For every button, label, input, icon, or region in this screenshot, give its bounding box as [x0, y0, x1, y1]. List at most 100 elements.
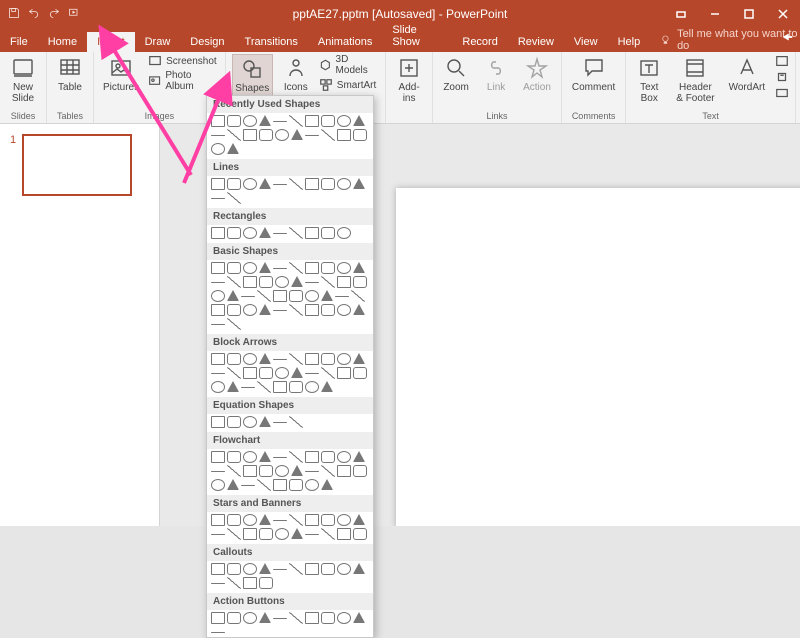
- shape-option[interactable]: [227, 563, 241, 575]
- shape-option[interactable]: [321, 381, 333, 392]
- shape-option[interactable]: [337, 276, 351, 288]
- shape-option[interactable]: [273, 233, 287, 234]
- shape-option[interactable]: [337, 612, 351, 624]
- shape-option[interactable]: [321, 227, 335, 239]
- comment-button[interactable]: Comment: [568, 54, 619, 95]
- shape-option[interactable]: [289, 353, 303, 365]
- shape-option[interactable]: [337, 451, 351, 463]
- shape-option[interactable]: [305, 353, 319, 365]
- shape-option[interactable]: [305, 115, 319, 127]
- shape-option[interactable]: [305, 514, 319, 526]
- shape-option[interactable]: [337, 304, 351, 316]
- shape-option[interactable]: [289, 178, 303, 190]
- shape-option[interactable]: [305, 612, 319, 624]
- shape-option[interactable]: [243, 514, 257, 526]
- shape-option[interactable]: [211, 451, 225, 463]
- shape-option[interactable]: [273, 422, 287, 423]
- shape-option[interactable]: [211, 479, 225, 491]
- shape-option[interactable]: [321, 528, 335, 540]
- shape-option[interactable]: [335, 296, 349, 297]
- header-footer-button[interactable]: Header & Footer: [672, 54, 718, 106]
- shape-option[interactable]: [211, 416, 225, 428]
- shape-option[interactable]: [353, 563, 365, 574]
- shape-option[interactable]: [211, 282, 225, 283]
- shape-option[interactable]: [275, 528, 289, 540]
- shape-option[interactable]: [337, 262, 351, 274]
- tab-animations[interactable]: Animations: [308, 32, 382, 52]
- shape-option[interactable]: [273, 569, 287, 570]
- shape-option[interactable]: [353, 514, 365, 525]
- shape-option[interactable]: [337, 129, 351, 141]
- shape-option[interactable]: [259, 304, 271, 315]
- close-button[interactable]: [766, 0, 800, 28]
- shape-option[interactable]: [227, 612, 241, 624]
- shape-option[interactable]: [227, 262, 241, 274]
- shape-option[interactable]: [227, 192, 241, 204]
- shape-option[interactable]: [353, 367, 367, 379]
- shape-option[interactable]: [305, 304, 319, 316]
- action-button[interactable]: Action: [519, 54, 555, 95]
- shape-option[interactable]: [243, 262, 257, 274]
- shape-option[interactable]: [259, 178, 271, 189]
- shape-option[interactable]: [211, 227, 225, 239]
- shape-option[interactable]: [257, 479, 271, 491]
- shape-option[interactable]: [275, 276, 289, 288]
- shape-option[interactable]: [305, 479, 319, 491]
- shape-option[interactable]: [243, 528, 257, 540]
- addins-button[interactable]: Add- ins: [392, 54, 426, 106]
- tab-slideshow[interactable]: Slide Show: [382, 20, 452, 52]
- shape-option[interactable]: [353, 465, 367, 477]
- shape-option[interactable]: [257, 290, 271, 302]
- start-from-beginning-icon[interactable]: [68, 7, 80, 22]
- shape-option[interactable]: [337, 227, 351, 239]
- shape-option[interactable]: [211, 563, 225, 575]
- icons-button[interactable]: Icons: [279, 54, 313, 95]
- shape-option[interactable]: [321, 451, 335, 463]
- shape-option[interactable]: [227, 416, 241, 428]
- shape-option[interactable]: [305, 178, 319, 190]
- shape-option[interactable]: [289, 381, 303, 393]
- shape-option[interactable]: [321, 276, 335, 288]
- shape-option[interactable]: [259, 577, 273, 589]
- shape-option[interactable]: [353, 129, 367, 141]
- new-slide-button[interactable]: New Slide: [6, 54, 40, 106]
- shape-option[interactable]: [305, 381, 319, 393]
- shape-option[interactable]: [243, 227, 257, 239]
- 3d-models-button[interactable]: 3D Models: [319, 54, 379, 76]
- shape-option[interactable]: [305, 471, 319, 472]
- shape-option[interactable]: [353, 528, 367, 540]
- shape-option[interactable]: [289, 514, 303, 526]
- shape-option[interactable]: [243, 612, 257, 624]
- shape-option[interactable]: [337, 563, 351, 575]
- shape-option[interactable]: [321, 367, 335, 379]
- shape-option[interactable]: [227, 318, 241, 330]
- shape-option[interactable]: [305, 373, 319, 374]
- shape-option[interactable]: [273, 268, 287, 269]
- shape-option[interactable]: [351, 290, 365, 302]
- shape-option[interactable]: [353, 353, 365, 364]
- shape-option[interactable]: [289, 451, 303, 463]
- shape-option[interactable]: [321, 612, 335, 624]
- shape-option[interactable]: [337, 115, 351, 127]
- shape-option[interactable]: [257, 381, 271, 393]
- textbox-button[interactable]: Text Box: [632, 54, 666, 106]
- shape-option[interactable]: [211, 324, 225, 325]
- shape-option[interactable]: [291, 528, 303, 539]
- shape-option[interactable]: [321, 479, 333, 490]
- shape-option[interactable]: [211, 290, 225, 302]
- shape-option[interactable]: [227, 451, 241, 463]
- shape-option[interactable]: [227, 514, 241, 526]
- tab-home[interactable]: Home: [38, 32, 87, 52]
- shape-option[interactable]: [211, 632, 225, 633]
- shape-option[interactable]: [227, 479, 239, 490]
- shape-option[interactable]: [273, 310, 287, 311]
- shape-option[interactable]: [275, 465, 289, 477]
- shape-option[interactable]: [273, 618, 287, 619]
- shape-option[interactable]: [227, 353, 241, 365]
- shape-option[interactable]: [337, 367, 351, 379]
- shape-option[interactable]: [321, 290, 333, 301]
- shape-option[interactable]: [211, 353, 225, 365]
- shape-option[interactable]: [227, 577, 241, 589]
- shape-option[interactable]: [273, 520, 287, 521]
- shape-option[interactable]: [259, 416, 271, 427]
